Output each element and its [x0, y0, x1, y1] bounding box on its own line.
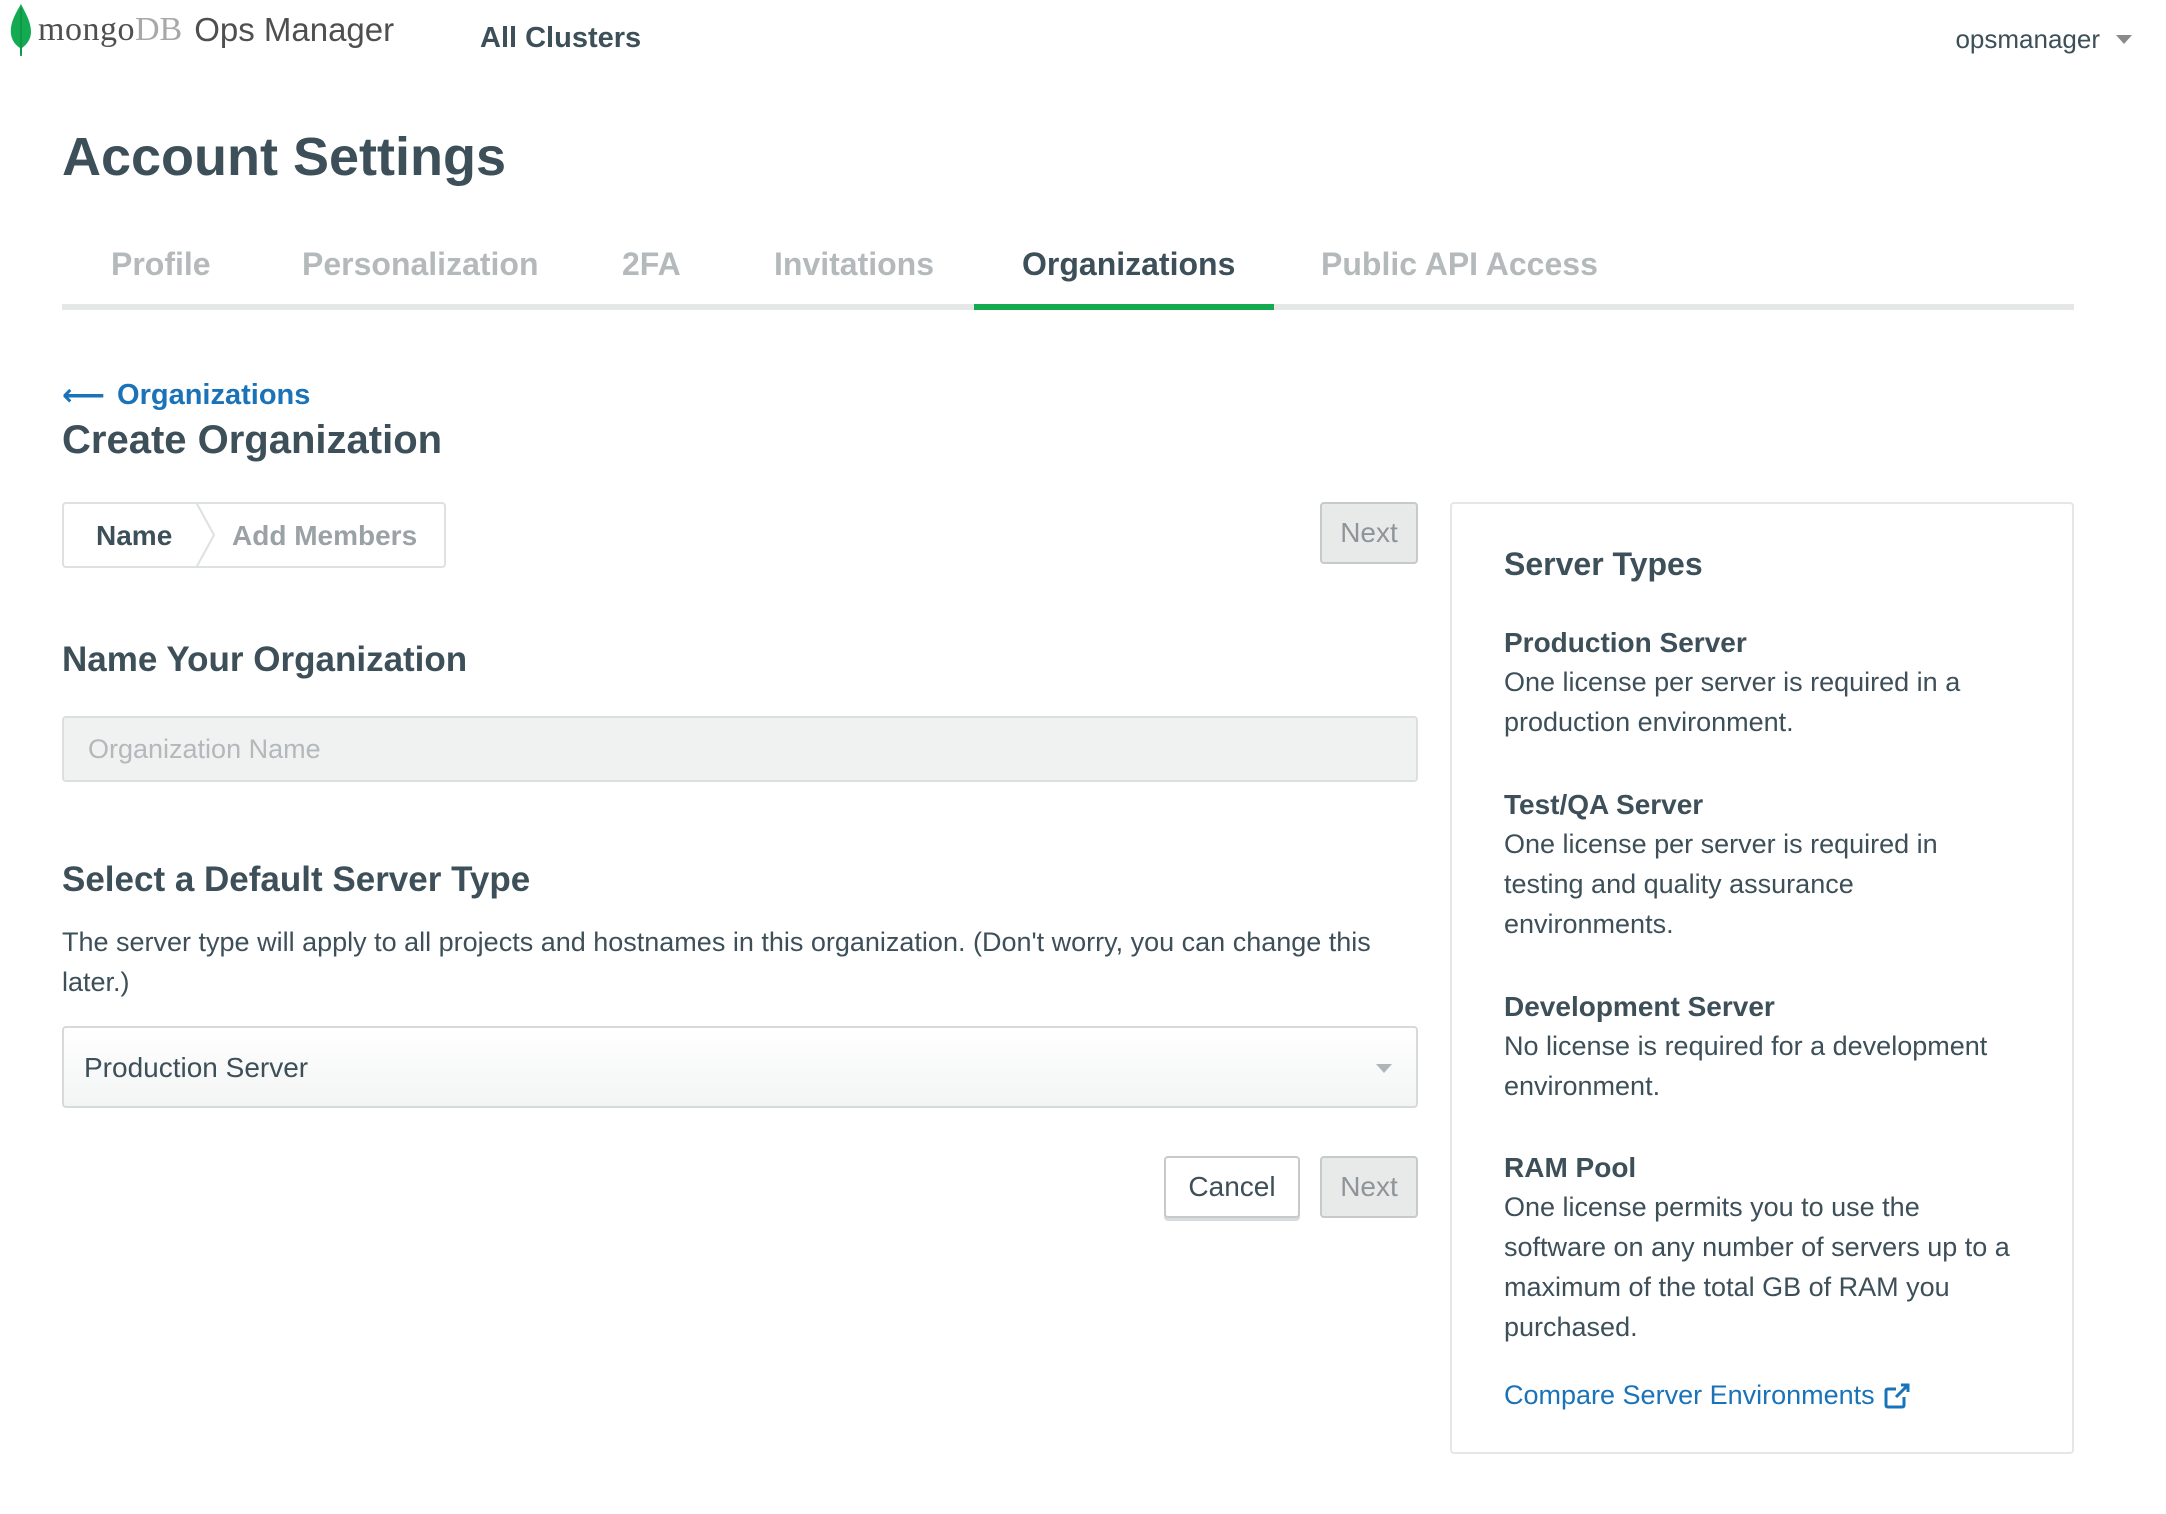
section-title: Create Organization	[62, 418, 443, 462]
server-type-info-ram-pool: RAM Pool One license permits you to use …	[1504, 1149, 2024, 1347]
server-type-name: RAM Pool	[1504, 1152, 1637, 1183]
nav-all-clusters[interactable]: All Clusters	[480, 22, 641, 55]
tab-2fa[interactable]: 2FA	[622, 246, 681, 283]
organization-name-field	[62, 716, 1418, 782]
active-tab-indicator	[974, 304, 1274, 310]
wizard-stepper: Name Add Members	[62, 502, 446, 568]
compare-server-environments-link[interactable]: Compare Server Environments	[1504, 1380, 1911, 1411]
organization-name-input[interactable]	[64, 718, 1416, 780]
panel-title: Server Types	[1504, 546, 1703, 582]
logo-product-text: Ops Manager	[194, 11, 395, 48]
logo-db-text: DB	[134, 11, 183, 48]
next-button-bottom[interactable]: Next	[1320, 1156, 1418, 1218]
step-name[interactable]: Name	[96, 520, 172, 552]
server-type-name: Production Server	[1504, 627, 1747, 658]
page-title: Account Settings	[62, 127, 507, 187]
account-tabs: Profile Personalization 2FA Invitations …	[62, 236, 2074, 310]
mongodb-leaf-icon	[10, 4, 31, 56]
user-name: opsmanager	[1955, 24, 2100, 54]
next-button-top[interactable]: Next	[1320, 502, 1418, 564]
mongodb-logo[interactable]: mongo DB Ops Manager	[10, 2, 394, 58]
server-type-info-production: Production Server One license per server…	[1504, 624, 2024, 742]
server-type-info-development: Development Server No license is require…	[1504, 988, 2024, 1106]
server-type-desc: One license per server is required in te…	[1504, 829, 1938, 939]
tab-invitations[interactable]: Invitations	[774, 246, 934, 283]
cancel-button[interactable]: Cancel	[1164, 1156, 1300, 1218]
tab-personalization[interactable]: Personalization	[302, 246, 539, 283]
user-menu[interactable]: opsmanager	[1955, 24, 2132, 55]
step-add-members[interactable]: Add Members	[232, 520, 417, 552]
tab-organizations[interactable]: Organizations	[1022, 246, 1235, 283]
server-type-selected-value: Production Server	[84, 1052, 309, 1083]
server-type-info-testqa: Test/QA Server One license per server is…	[1504, 786, 2024, 944]
back-to-organizations-link[interactable]: ⟵ Organizations	[62, 378, 310, 413]
external-link-icon	[1884, 1383, 1910, 1408]
server-type-desc: One license per server is required in a …	[1504, 667, 1961, 737]
server-types-panel: Server Types Production Server One licen…	[1450, 502, 2074, 1454]
server-type-desc: No license is required for a development…	[1504, 1031, 1988, 1101]
logo-mongo-text: mongo	[38, 11, 135, 48]
step-separator-chevron	[195, 502, 216, 568]
name-heading: Name Your Organization	[62, 640, 468, 679]
server-type-help-text: The server type will apply to all projec…	[62, 927, 1371, 997]
tab-public-api-access[interactable]: Public API Access	[1321, 246, 1598, 283]
server-type-name: Development Server	[1504, 991, 1775, 1022]
caret-down-icon	[1376, 1064, 1392, 1073]
tab-profile[interactable]: Profile	[111, 246, 211, 283]
caret-down-icon	[2116, 35, 2132, 44]
back-link-label: Organizations	[117, 379, 311, 411]
server-type-name: Test/QA Server	[1504, 789, 1704, 820]
server-type-select[interactable]: Production Server	[62, 1026, 1418, 1108]
compare-link-label: Compare Server Environments	[1504, 1380, 1875, 1410]
arrow-left-icon: ⟵	[62, 379, 106, 412]
server-type-desc: One license permits you to use the softw…	[1504, 1192, 2010, 1342]
server-type-heading: Select a Default Server Type	[62, 860, 531, 899]
